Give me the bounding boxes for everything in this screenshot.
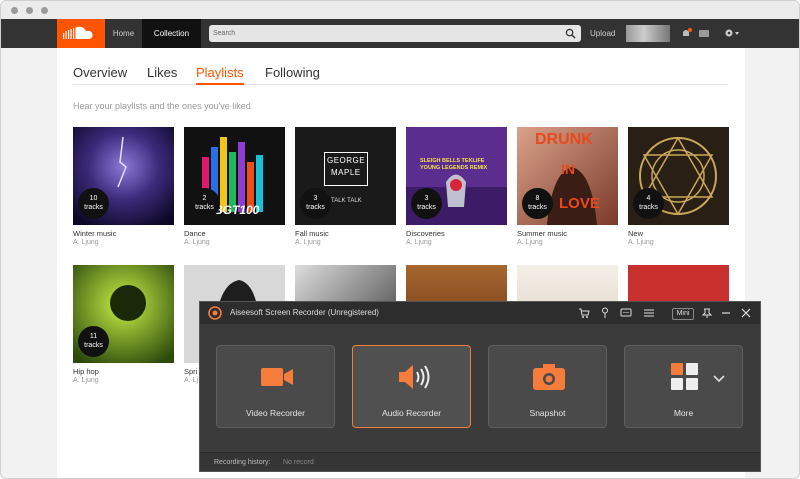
maximize-window-dot[interactable] (41, 7, 48, 14)
artwork-text: MAPLE (331, 168, 361, 177)
track-count-badge: 3 tracks (411, 188, 442, 219)
menu-icon[interactable] (643, 307, 655, 319)
tile-label: Audio Recorder (381, 408, 442, 418)
artwork-text: TALK TALK (331, 198, 362, 204)
pin-icon[interactable] (701, 307, 713, 319)
recorder-logo-icon (208, 306, 222, 320)
playlist-artwork[interactable]: 4 tracks (628, 127, 729, 225)
camera-icon (533, 364, 565, 390)
minimize-window-dot[interactable] (26, 7, 33, 14)
playlist-owner[interactable]: A. Lj (184, 377, 198, 384)
audio-recorder-button[interactable]: Audio Recorder (352, 345, 471, 428)
chevron-down-icon[interactable] (712, 374, 726, 384)
window-chrome (1, 1, 799, 19)
playlist-title[interactable]: New (628, 229, 643, 238)
grid-icon (671, 363, 698, 390)
artwork-text: LOVE (559, 195, 600, 212)
messages-icon[interactable] (697, 27, 711, 39)
playlist-owner[interactable]: A. Ljung (517, 239, 543, 246)
recorder-title: Aiseesoft Screen Recorder (Unregistered) (230, 308, 379, 317)
search-placeholder: Search (213, 30, 236, 37)
artwork-text: IN (561, 161, 575, 177)
close-window-dot[interactable] (11, 7, 18, 14)
track-count-badge: 3 tracks (300, 188, 331, 219)
upload-link[interactable]: Upload (590, 19, 615, 48)
settings-gear-icon[interactable] (723, 27, 741, 39)
playlist-title[interactable]: Summer music (517, 229, 567, 238)
track-count-badge: 11 tracks (78, 326, 109, 357)
snapshot-button[interactable]: Snapshot (488, 345, 607, 428)
playlist-artwork[interactable]: DRUNK IN LOVE 8 tracks (517, 127, 618, 225)
page-subtitle: Hear your playlists and the ones you've … (73, 101, 251, 111)
playlist-artwork[interactable]: SLEIGH BELLS TEKLIFE YOUNG LEGENDS REMIX… (406, 127, 507, 225)
feedback-icon[interactable] (620, 307, 632, 319)
playlist-title[interactable]: Discoveries (406, 229, 445, 238)
tab-overview[interactable]: Overview (73, 65, 127, 85)
video-recorder-button[interactable]: Video Recorder (216, 345, 335, 428)
cart-icon[interactable] (578, 307, 590, 319)
recorder-titlebar: Aiseesoft Screen Recorder (Unregistered)… (200, 302, 760, 324)
search-input[interactable]: Search (209, 25, 581, 42)
playlist-artwork[interactable]: 10 tracks (73, 127, 174, 225)
nav-collection[interactable]: Collection (143, 19, 201, 48)
browser-window: Home Collection Search Upload Overview L… (0, 0, 800, 479)
track-count-badge: 4 tracks (633, 188, 664, 219)
more-button[interactable]: More (624, 345, 743, 428)
playlist-title[interactable]: Winter music (73, 229, 116, 238)
playlist-artwork[interactable]: GEORGE MAPLE TALK TALK 3 tracks (295, 127, 396, 225)
artwork-text: BGT100 (214, 203, 260, 217)
tile-label: More (673, 408, 694, 418)
tab-playlists[interactable]: Playlists (196, 65, 244, 85)
playlist-title[interactable]: Dance (184, 229, 206, 238)
playlist-owner[interactable]: A. Ljung (406, 239, 432, 246)
playlist-owner[interactable]: A. Ljung (628, 239, 654, 246)
key-icon[interactable] (599, 307, 611, 319)
recorder-footer: Recording history: No record (200, 452, 760, 471)
artwork-text: GEORGE (327, 156, 366, 165)
soundcloud-logo[interactable] (57, 19, 105, 48)
avatar[interactable] (626, 25, 670, 42)
collection-tabs: Overview Likes Playlists Following (73, 65, 728, 85)
artwork-text: DRUNK (535, 131, 593, 148)
playlist-title[interactable]: Fall music (295, 229, 329, 238)
track-count-badge: 10 tracks (78, 188, 109, 219)
playlist-owner[interactable]: A. Ljung (184, 239, 210, 246)
site-header: Home Collection Search Upload (1, 19, 799, 48)
playlist-owner[interactable]: A. Ljung (295, 239, 321, 246)
track-count-badge: 8 tracks (522, 188, 553, 219)
mini-mode-button[interactable]: Mini (672, 308, 694, 320)
playlist-artwork[interactable]: BGT100 2 tracks (184, 127, 285, 225)
nav-home[interactable]: Home (105, 19, 143, 48)
search-icon[interactable] (565, 28, 576, 39)
artwork-text: SLEIGH BELLS TEKLIFE (420, 158, 485, 164)
track-count-badge: 2 tracks (189, 188, 220, 219)
tab-likes[interactable]: Likes (147, 65, 177, 85)
speaker-icon (399, 365, 430, 389)
minimize-icon[interactable] (720, 307, 732, 319)
recording-history-value: No record (283, 459, 314, 466)
video-camera-icon (261, 368, 293, 386)
playlist-artwork[interactable]: 11 tracks (73, 265, 174, 363)
recording-history-label[interactable]: Recording history: (214, 459, 270, 466)
tab-following[interactable]: Following (265, 65, 320, 85)
playlist-owner[interactable]: A. Ljung (73, 239, 99, 246)
notification-icon[interactable] (679, 27, 693, 39)
screen-recorder-window: Aiseesoft Screen Recorder (Unregistered)… (199, 301, 761, 472)
tile-label: Snapshot (529, 408, 566, 418)
artwork-text: YOUNG LEGENDS REMIX (420, 165, 488, 171)
playlist-title[interactable]: Spri (184, 367, 197, 376)
tile-label: Video Recorder (246, 408, 305, 418)
playlist-title[interactable]: Hip hop (73, 367, 99, 376)
playlist-owner[interactable]: A. Ljung (73, 377, 99, 384)
close-icon[interactable] (740, 307, 752, 319)
